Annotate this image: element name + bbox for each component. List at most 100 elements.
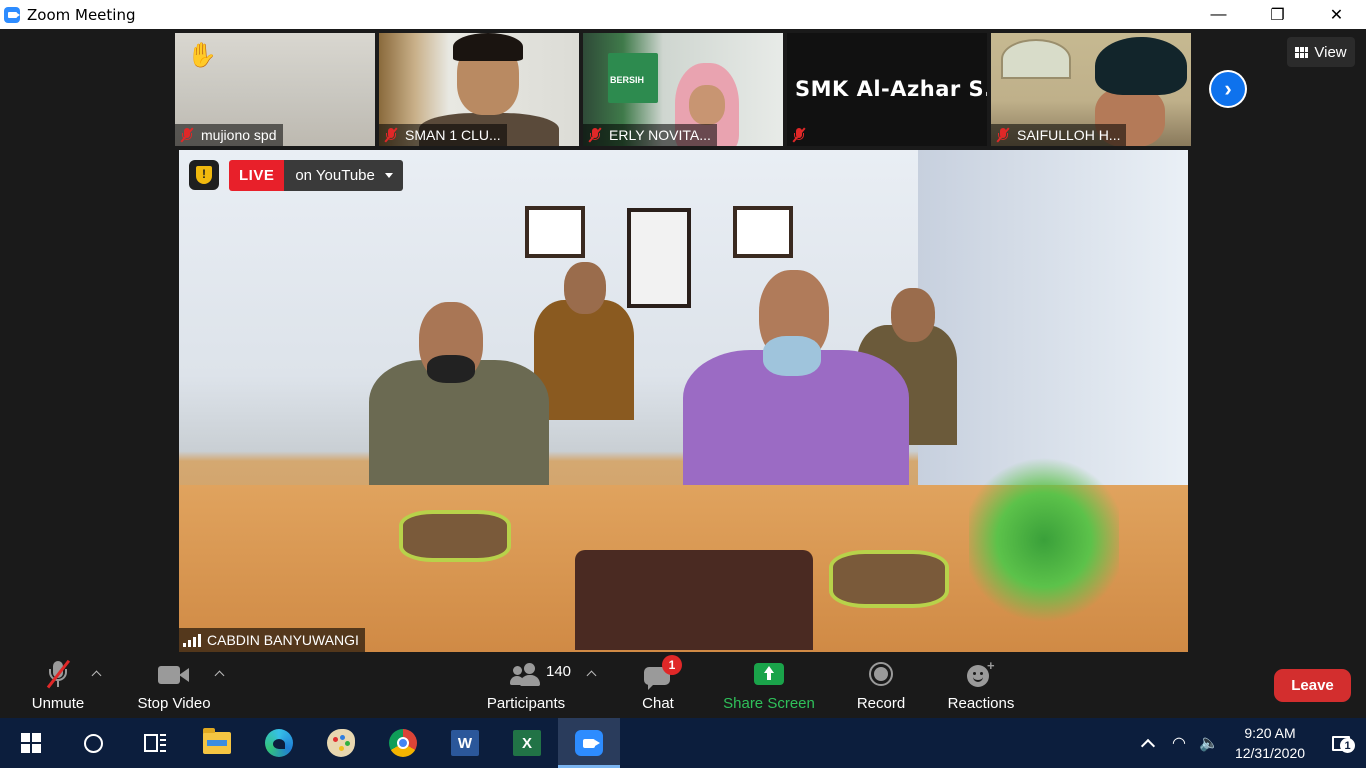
zoom-taskbar-button[interactable] bbox=[558, 718, 620, 768]
share-screen-button[interactable]: Share Screen bbox=[720, 653, 818, 718]
title-bar: Zoom Meeting — ❐ ✕ bbox=[0, 0, 1366, 29]
stop-video-label: Stop Video bbox=[137, 695, 211, 712]
stream-label: on YouTube bbox=[295, 167, 375, 184]
excel-button[interactable]: X bbox=[496, 718, 558, 768]
record-label: Record bbox=[856, 695, 906, 712]
participant-name-bar bbox=[787, 124, 819, 146]
participant-display-name: SMK Al-Azhar S... bbox=[795, 77, 987, 101]
participants-options-caret[interactable] bbox=[586, 669, 596, 679]
action-center-button[interactable]: 1 bbox=[1316, 718, 1366, 768]
participant-name-bar: mujiono spd bbox=[175, 124, 283, 146]
word-button[interactable]: W bbox=[434, 718, 496, 768]
participant-tile[interactable]: ✋ mujiono spd bbox=[175, 33, 375, 146]
participant-video bbox=[1001, 39, 1071, 79]
word-icon: W bbox=[451, 730, 479, 756]
task-view-button[interactable] bbox=[124, 718, 186, 768]
muted-mic-icon bbox=[383, 127, 399, 143]
participant-tile[interactable]: SMAN 1 CLU... bbox=[379, 33, 579, 146]
participants-label: Participants bbox=[486, 695, 566, 712]
windows-taskbar: W X ◠ 🔈 9:20 AM 12/31/2020 1 bbox=[0, 718, 1366, 768]
windows-logo-icon bbox=[21, 733, 41, 753]
audio-options-caret[interactable] bbox=[91, 669, 101, 679]
unmute-button[interactable]: Unmute bbox=[18, 653, 98, 718]
view-button[interactable]: View bbox=[1287, 37, 1355, 67]
grid-icon bbox=[1295, 46, 1309, 58]
participant-name-bar: SAIFULLOH H... bbox=[991, 124, 1127, 146]
participant-name: mujiono spd bbox=[201, 127, 277, 143]
paint-button[interactable] bbox=[310, 718, 372, 768]
system-tray: ◠ 🔈 9:20 AM 12/31/2020 1 bbox=[1132, 718, 1366, 768]
participants-button[interactable]: 140 Participants bbox=[480, 653, 572, 718]
zoom-app-icon bbox=[4, 6, 20, 23]
wifi-icon[interactable]: ◠ bbox=[1164, 733, 1194, 753]
restore-button[interactable]: ❐ bbox=[1248, 0, 1307, 29]
video-options-caret[interactable] bbox=[214, 669, 224, 679]
record-icon bbox=[869, 662, 893, 686]
shield-icon: ! bbox=[196, 166, 212, 184]
participant-name-bar: SMAN 1 CLU... bbox=[379, 124, 507, 146]
muted-microphone-icon bbox=[45, 659, 71, 689]
background-sign-text: BERSIH bbox=[610, 75, 645, 85]
zoom-icon bbox=[575, 730, 603, 756]
security-shield-button[interactable]: ! bbox=[189, 160, 219, 190]
clock[interactable]: 9:20 AM 12/31/2020 bbox=[1224, 723, 1316, 763]
participant-name: ERLY NOVITA... bbox=[609, 127, 711, 143]
record-button[interactable]: Record bbox=[850, 653, 912, 718]
muted-mic-icon bbox=[791, 127, 807, 143]
start-button[interactable] bbox=[0, 718, 62, 768]
youtube-dropdown[interactable]: on YouTube bbox=[284, 160, 403, 191]
muted-mic-icon bbox=[179, 127, 195, 143]
meeting-controls: Unmute Stop Video 140 Participants 1 Cha… bbox=[0, 653, 1366, 718]
participant-tile[interactable]: SAIFULLOH H... bbox=[991, 33, 1191, 146]
participants-count: 140 bbox=[546, 663, 572, 680]
clock-time: 9:20 AM bbox=[1244, 725, 1296, 741]
search-button[interactable] bbox=[62, 718, 124, 768]
active-speaker-video: ! LIVE on YouTube CABDIN BANYUWANGI bbox=[179, 150, 1188, 652]
window-controls: — ❐ ✕ bbox=[1189, 0, 1366, 29]
livestream-badge[interactable]: LIVE on YouTube bbox=[229, 160, 403, 191]
caret-down-icon bbox=[384, 173, 393, 178]
muted-mic-icon bbox=[587, 127, 603, 143]
clock-date: 12/31/2020 bbox=[1234, 745, 1306, 761]
task-view-icon bbox=[144, 734, 166, 752]
close-button[interactable]: ✕ bbox=[1307, 0, 1366, 29]
participant-tile[interactable]: BERSIH ERLY NOVITA... bbox=[583, 33, 783, 146]
chrome-button[interactable] bbox=[372, 718, 434, 768]
show-hidden-icons-button[interactable] bbox=[1132, 736, 1164, 753]
share-screen-icon bbox=[754, 663, 784, 685]
view-label: View bbox=[1314, 43, 1347, 61]
window-title: Zoom Meeting bbox=[27, 5, 136, 24]
folder-icon bbox=[203, 728, 231, 754]
stop-video-button[interactable]: Stop Video bbox=[131, 653, 217, 718]
signal-strength-icon bbox=[183, 633, 201, 647]
video-camera-icon bbox=[158, 665, 190, 685]
participant-tile[interactable]: SMK Al-Azhar S... bbox=[787, 33, 987, 146]
raised-hand-icon: ✋ bbox=[187, 42, 217, 69]
leave-button[interactable]: Leave bbox=[1274, 669, 1351, 702]
file-explorer-button[interactable] bbox=[186, 718, 248, 768]
unmute-label: Unmute bbox=[31, 695, 85, 712]
live-label: LIVE bbox=[229, 160, 285, 191]
notification-count-badge: 1 bbox=[1340, 738, 1355, 753]
search-icon bbox=[83, 733, 103, 753]
meeting-area: ✋ mujiono spd SMAN 1 CLU... BERSIH ERLY … bbox=[0, 29, 1366, 653]
reactions-smiley-icon: + bbox=[967, 658, 995, 687]
edge-button[interactable] bbox=[248, 718, 310, 768]
speaker-name: CABDIN BANYUWANGI bbox=[207, 632, 359, 648]
gallery-strip: ✋ mujiono spd SMAN 1 CLU... BERSIH ERLY … bbox=[175, 33, 1191, 146]
participants-icon bbox=[510, 663, 542, 687]
chevron-up-icon bbox=[1140, 738, 1156, 753]
reactions-button[interactable]: + Reactions bbox=[944, 653, 1018, 718]
chat-label: Chat bbox=[642, 695, 674, 712]
chevron-right-icon: › bbox=[1211, 72, 1245, 106]
minimize-button[interactable]: — bbox=[1189, 0, 1248, 29]
muted-mic-icon bbox=[995, 127, 1011, 143]
participant-name: SAIFULLOH H... bbox=[1017, 127, 1121, 143]
excel-icon: X bbox=[513, 730, 541, 756]
participant-name: SMAN 1 CLU... bbox=[405, 127, 501, 143]
chat-unread-badge: 1 bbox=[662, 655, 682, 675]
volume-icon[interactable]: 🔈 bbox=[1194, 733, 1224, 753]
edge-browser-icon bbox=[265, 729, 293, 757]
chat-button[interactable]: 1 Chat bbox=[630, 653, 686, 718]
next-page-button[interactable]: › bbox=[1209, 70, 1247, 108]
